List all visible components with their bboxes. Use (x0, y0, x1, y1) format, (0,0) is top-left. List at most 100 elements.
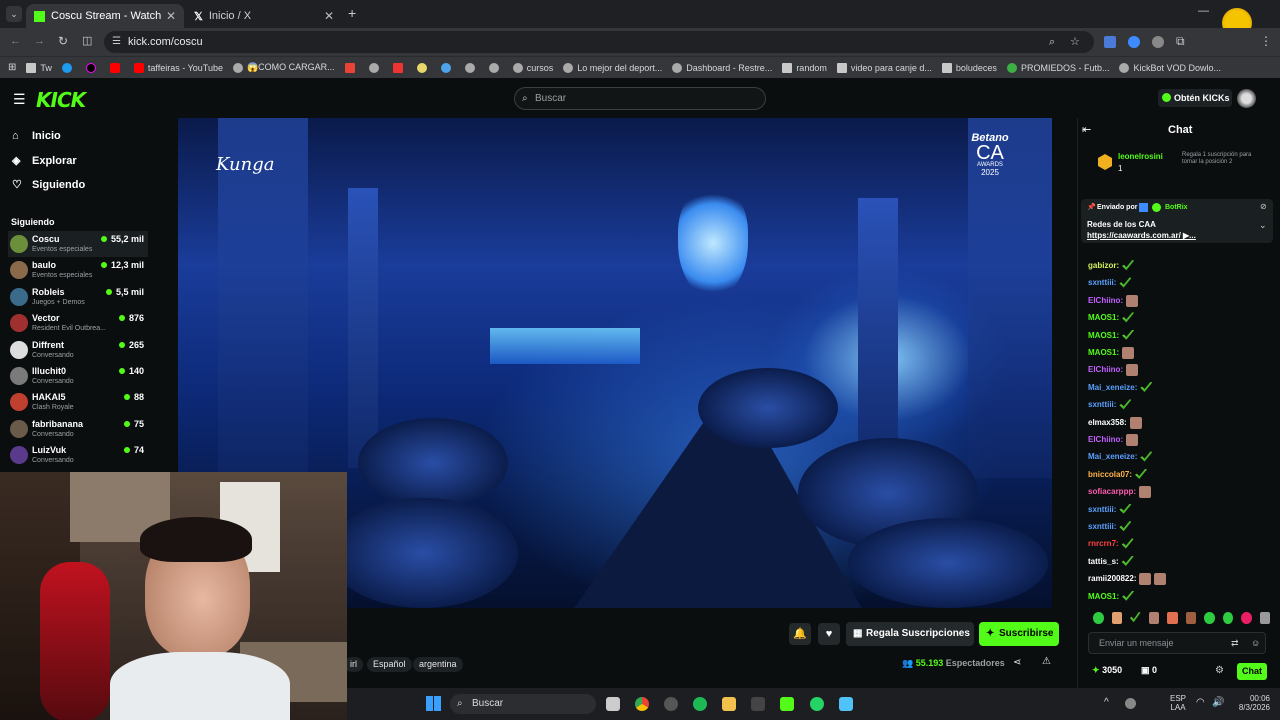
whatsapp-icon[interactable] (810, 697, 824, 711)
tab-x[interactable]: 𝕏 Inicio / X ✕ (186, 4, 342, 28)
unpin-icon[interactable]: ⊘ (1260, 202, 1267, 211)
chat-username[interactable]: tattis_s: (1088, 557, 1119, 566)
bookmark-item[interactable] (368, 62, 383, 73)
bookmark-item[interactable]: Lo mejor del deport... (563, 62, 662, 73)
chat-message[interactable]: MAOS1: (1088, 329, 1135, 342)
sidebar-channel[interactable]: LuizVuk Conversando 74 (8, 442, 148, 468)
chat-message[interactable]: ElChiino: (1088, 294, 1139, 307)
tab-kick[interactable]: Coscu Stream - Watch Live on K ✕ (26, 4, 184, 28)
new-tab-icon[interactable]: + (348, 5, 356, 21)
chat-message[interactable]: Mai_xeneize: (1088, 381, 1153, 394)
apps-icon[interactable]: ⊞ (8, 62, 16, 73)
pinned-message[interactable]: 📌 Enviado por BotRix ⊘ Redes de los CAA … (1081, 199, 1273, 243)
hamburger-menu-icon[interactable]: ☰ (13, 91, 26, 108)
chat-username[interactable]: sofiacarppp: (1088, 487, 1136, 496)
settings-gear-icon[interactable]: ⚙ (1215, 665, 1224, 676)
tag-espanol[interactable]: Español (367, 657, 412, 672)
language-indicator[interactable]: ESP LAA (1170, 694, 1186, 712)
minimize-icon[interactable]: — (1198, 5, 1209, 17)
reload-icon[interactable]: ↻ (58, 34, 68, 48)
gift-subscriptions-button[interactable]: ▦ Regala Suscripciones (846, 622, 974, 646)
sidebar-icon[interactable]: ◫ (82, 34, 92, 47)
nav-explorar[interactable]: ◈ Explorar (12, 154, 77, 168)
puzzle-icon[interactable]: ⧉ (1176, 34, 1185, 49)
address-bar[interactable]: ☰ kick.com/coscu ⌕ ☆ (104, 31, 1094, 53)
chrome-icon[interactable] (635, 697, 649, 711)
sidebar-channel[interactable]: fabribanana Conversando 75 (8, 416, 148, 442)
wifi-icon[interactable]: ◠ (1196, 697, 1205, 708)
volume-icon[interactable]: 🔊 (1212, 697, 1224, 708)
chat-username[interactable]: elmax358: (1088, 418, 1127, 427)
chat-username[interactable]: rnrcrn7: (1088, 540, 1119, 549)
get-kicks-button[interactable]: Obtén KICKs (1158, 89, 1232, 107)
emote-icon[interactable] (1204, 612, 1215, 624)
bookmark-item[interactable] (440, 62, 455, 73)
sidebar-channel[interactable]: Robleis Juegos + Demos 5,5 mil (8, 284, 148, 310)
chat-username[interactable]: sxnttiii: (1088, 522, 1116, 531)
nav-inicio[interactable]: ⌂ Inicio (12, 130, 61, 142)
emoji-icon[interactable]: ☺ (1251, 633, 1260, 653)
chat-message[interactable]: tattis_s: (1088, 555, 1134, 568)
pinned-link[interactable]: https://caawards.com.ar/ ▶... (1087, 231, 1196, 240)
collapse-chat-icon[interactable]: ⇤ (1082, 123, 1091, 136)
chat-username[interactable]: bniccola07: (1088, 470, 1132, 479)
chat-message[interactable]: sxnttiii: (1088, 399, 1132, 411)
bookmark-item[interactable] (488, 62, 503, 73)
chat-message[interactable]: elmax358: (1088, 416, 1142, 429)
chat-username[interactable]: sxnttiii: (1088, 279, 1116, 288)
bookmark-item[interactable]: boludeces (941, 62, 997, 73)
emote-icon[interactable] (1185, 612, 1196, 624)
zoom-icon[interactable]: ⌕ (1049, 31, 1055, 53)
spotify-icon[interactable] (693, 697, 707, 711)
tab-search-icon[interactable]: ⌄ (6, 6, 22, 22)
emote-icon[interactable] (1222, 612, 1233, 624)
chat-username[interactable]: ElChiino: (1088, 366, 1123, 375)
back-icon[interactable]: ← (10, 35, 21, 47)
bookmark-item[interactable]: Tw (26, 62, 52, 73)
chat-message[interactable]: gabizor: (1088, 260, 1135, 272)
emote-icon[interactable] (1259, 612, 1270, 624)
bookmark-item[interactable] (85, 62, 100, 73)
chat-message[interactable]: sxnttiii: (1088, 521, 1132, 533)
translate-icon[interactable] (1104, 36, 1116, 48)
chat-username[interactable]: sxnttiii: (1088, 400, 1116, 409)
notepad-icon[interactable] (839, 697, 853, 711)
sidebar-channel[interactable]: HAKAI5 Clash Royale 88 (8, 389, 148, 415)
emote-icon[interactable] (1130, 612, 1141, 623)
task-view-icon[interactable] (606, 697, 620, 711)
kick-app-icon[interactable] (780, 697, 794, 711)
store-icon[interactable] (751, 697, 765, 711)
follow-heart-button[interactable]: ♥ (818, 623, 840, 645)
chat-username[interactable]: ElChiino: (1088, 296, 1123, 305)
chat-username[interactable]: gabizor: (1088, 261, 1119, 270)
sidebar-channel[interactable]: Vector Resident Evil Outbrea... 876 (8, 310, 148, 336)
chat-message[interactable]: sxnttiii: (1088, 277, 1132, 289)
chat-message[interactable]: sxnttiii: (1088, 503, 1132, 516)
emote-icon[interactable] (1241, 612, 1252, 624)
send-chat-button[interactable]: Chat (1237, 663, 1267, 680)
close-icon[interactable]: ✕ (324, 9, 334, 23)
emote-icon[interactable] (1093, 612, 1104, 624)
chat-username[interactable]: Mai_xeneize: (1088, 453, 1137, 462)
chat-message[interactable]: Mai_xeneize: (1088, 451, 1153, 463)
chat-message[interactable]: MAOS1: (1088, 312, 1135, 324)
forward-icon[interactable]: → (34, 35, 45, 47)
chat-message[interactable]: MAOS1: (1088, 347, 1135, 359)
bookmark-item[interactable]: cursos (512, 62, 553, 73)
bookmark-item[interactable]: PROMIEDOS - Futb... (1006, 62, 1109, 73)
chat-message[interactable]: ElChiino: (1088, 364, 1139, 377)
chat-username[interactable]: ElChiino: (1088, 435, 1123, 444)
chat-username[interactable]: MAOS1: (1088, 348, 1119, 357)
chevron-down-icon[interactable]: ⌄ (1259, 220, 1267, 231)
extension-icon[interactable] (1128, 36, 1140, 48)
bookmark-item[interactable] (416, 62, 431, 73)
chat-message[interactable]: rnrcrn7: (1088, 538, 1134, 550)
notification-bell-button[interactable]: 🔔 (789, 623, 811, 645)
chat-username[interactable]: MAOS1: (1088, 331, 1119, 340)
sidebar-channel[interactable]: baulo Eventos especiales 12,3 mil (8, 257, 148, 283)
share-icon[interactable]: ⋖ (1013, 657, 1021, 668)
windows-start-icon[interactable] (426, 696, 441, 711)
taskbar-search[interactable]: ⌕ Buscar (450, 694, 596, 714)
app-icon[interactable] (664, 697, 678, 711)
avatar[interactable] (1237, 89, 1256, 108)
